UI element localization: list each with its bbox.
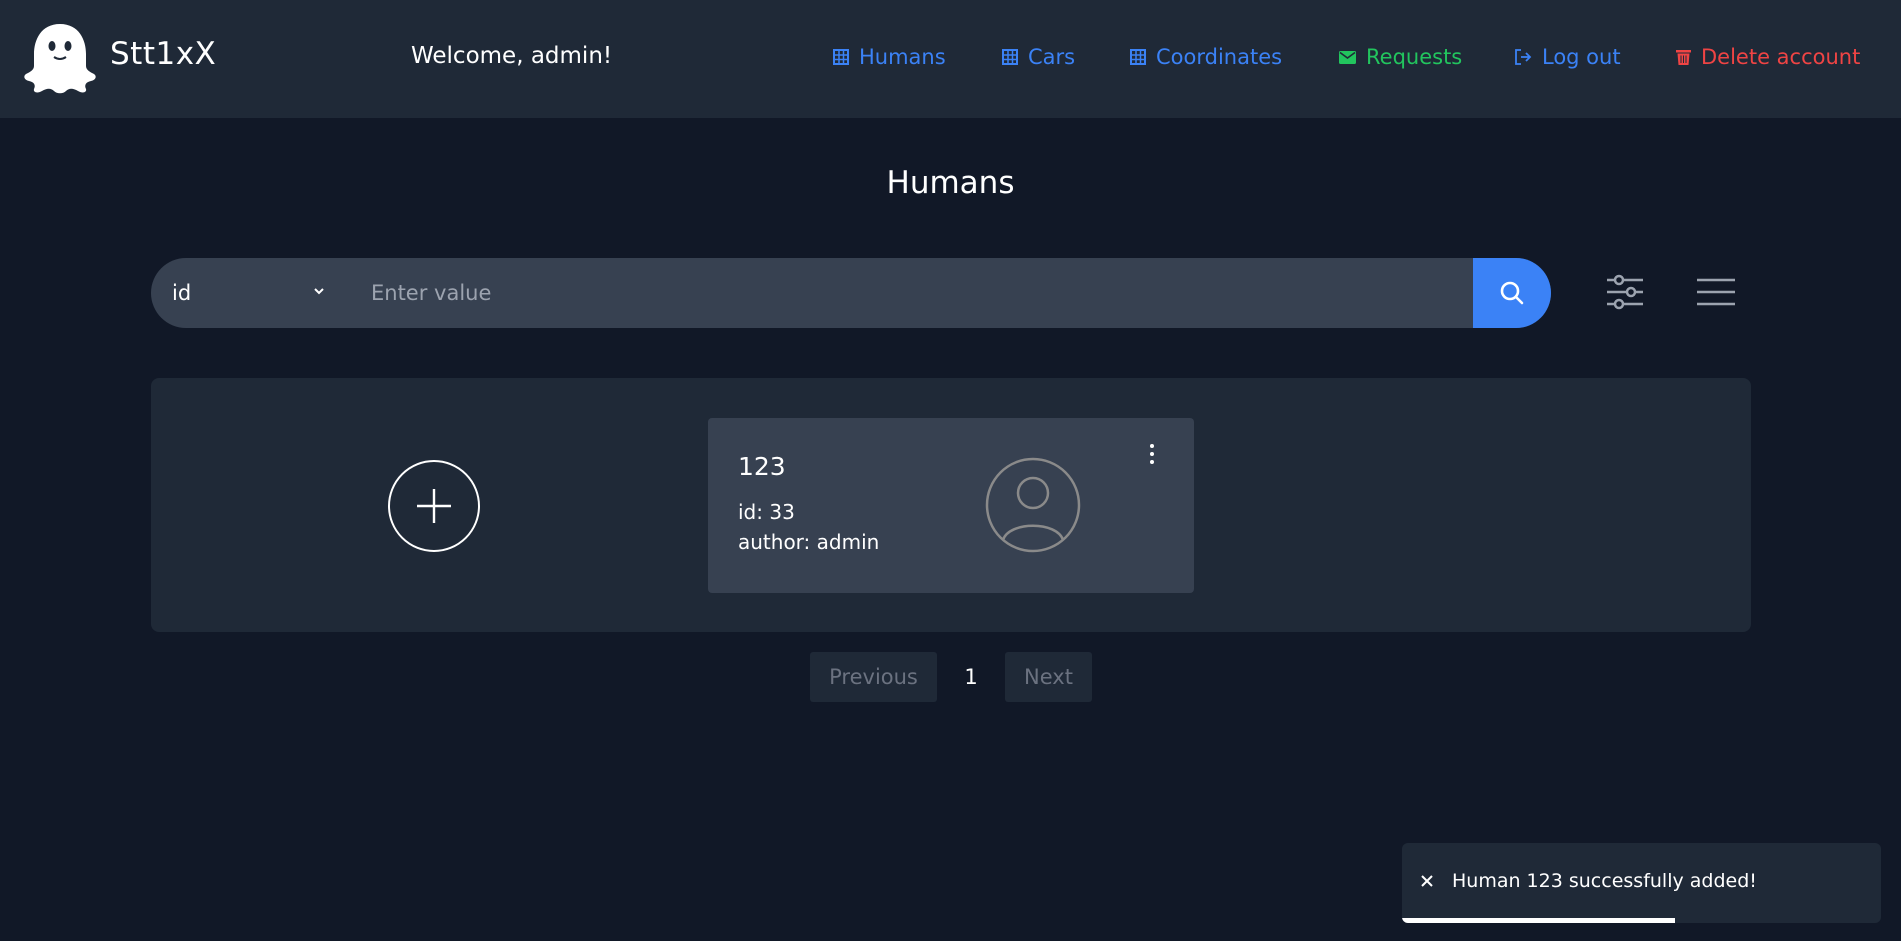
top-navbar: Stt1xX Welcome, admin! Humans Cars Coord… (0, 0, 1901, 118)
nav-requests-label: Requests (1366, 45, 1463, 69)
nav-logout[interactable]: Log out (1514, 44, 1621, 70)
field-select-value: id (172, 281, 192, 305)
nav-cars[interactable]: Cars (1002, 44, 1075, 70)
pagination-page-1[interactable]: 1 (955, 652, 987, 702)
nav-delete-account[interactable]: Delete account (1676, 44, 1860, 70)
human-card-author: author: admin (738, 530, 880, 554)
search-icon (1500, 281, 1524, 305)
nav-humans[interactable]: Humans (833, 44, 946, 70)
human-card-id: id: 33 (738, 500, 795, 524)
grid-icon (1130, 49, 1146, 65)
field-select[interactable]: id (151, 258, 347, 328)
avatar-icon (985, 457, 1081, 553)
add-human-button[interactable] (388, 460, 480, 552)
nav-humans-label: Humans (859, 45, 946, 69)
nav-delete-account-label: Delete account (1701, 45, 1861, 69)
filter-sliders-icon[interactable] (1605, 273, 1645, 311)
human-card[interactable]: 123 id: 33 author: admin (708, 418, 1194, 593)
pagination-previous[interactable]: Previous (810, 652, 937, 702)
logout-icon (1515, 49, 1532, 65)
human-card-name: 123 (738, 452, 786, 481)
more-options-icon[interactable] (1148, 442, 1156, 466)
welcome-message: Welcome, admin! (411, 43, 613, 69)
nav-requests[interactable]: Requests (1339, 44, 1462, 70)
nav-cars-label: Cars (1028, 45, 1076, 69)
mail-icon (1339, 50, 1356, 64)
toast-notification: Human 123 successfully added! (1402, 843, 1881, 923)
search-button[interactable] (1473, 258, 1551, 328)
brand-name[interactable]: Stt1xX (110, 36, 216, 72)
pagination-next[interactable]: Next (1005, 652, 1092, 702)
ghost-logo-icon (24, 24, 96, 94)
grid-icon (1002, 49, 1018, 65)
toast-message: Human 123 successfully added! (1452, 870, 1757, 892)
toast-progress-bar (1402, 918, 1676, 923)
hamburger-menu-icon[interactable] (1697, 278, 1735, 306)
page-title: Humans (886, 165, 1015, 201)
chevron-down-icon (314, 288, 324, 295)
trash-icon (1676, 50, 1691, 65)
nav-coordinates-label: Coordinates (1156, 45, 1283, 69)
nav-logout-label: Log out (1542, 45, 1621, 69)
search-input[interactable] (353, 258, 1473, 328)
plus-icon (417, 489, 451, 523)
grid-icon (833, 49, 849, 65)
close-icon[interactable] (1420, 874, 1434, 888)
nav-coordinates[interactable]: Coordinates (1130, 44, 1282, 70)
